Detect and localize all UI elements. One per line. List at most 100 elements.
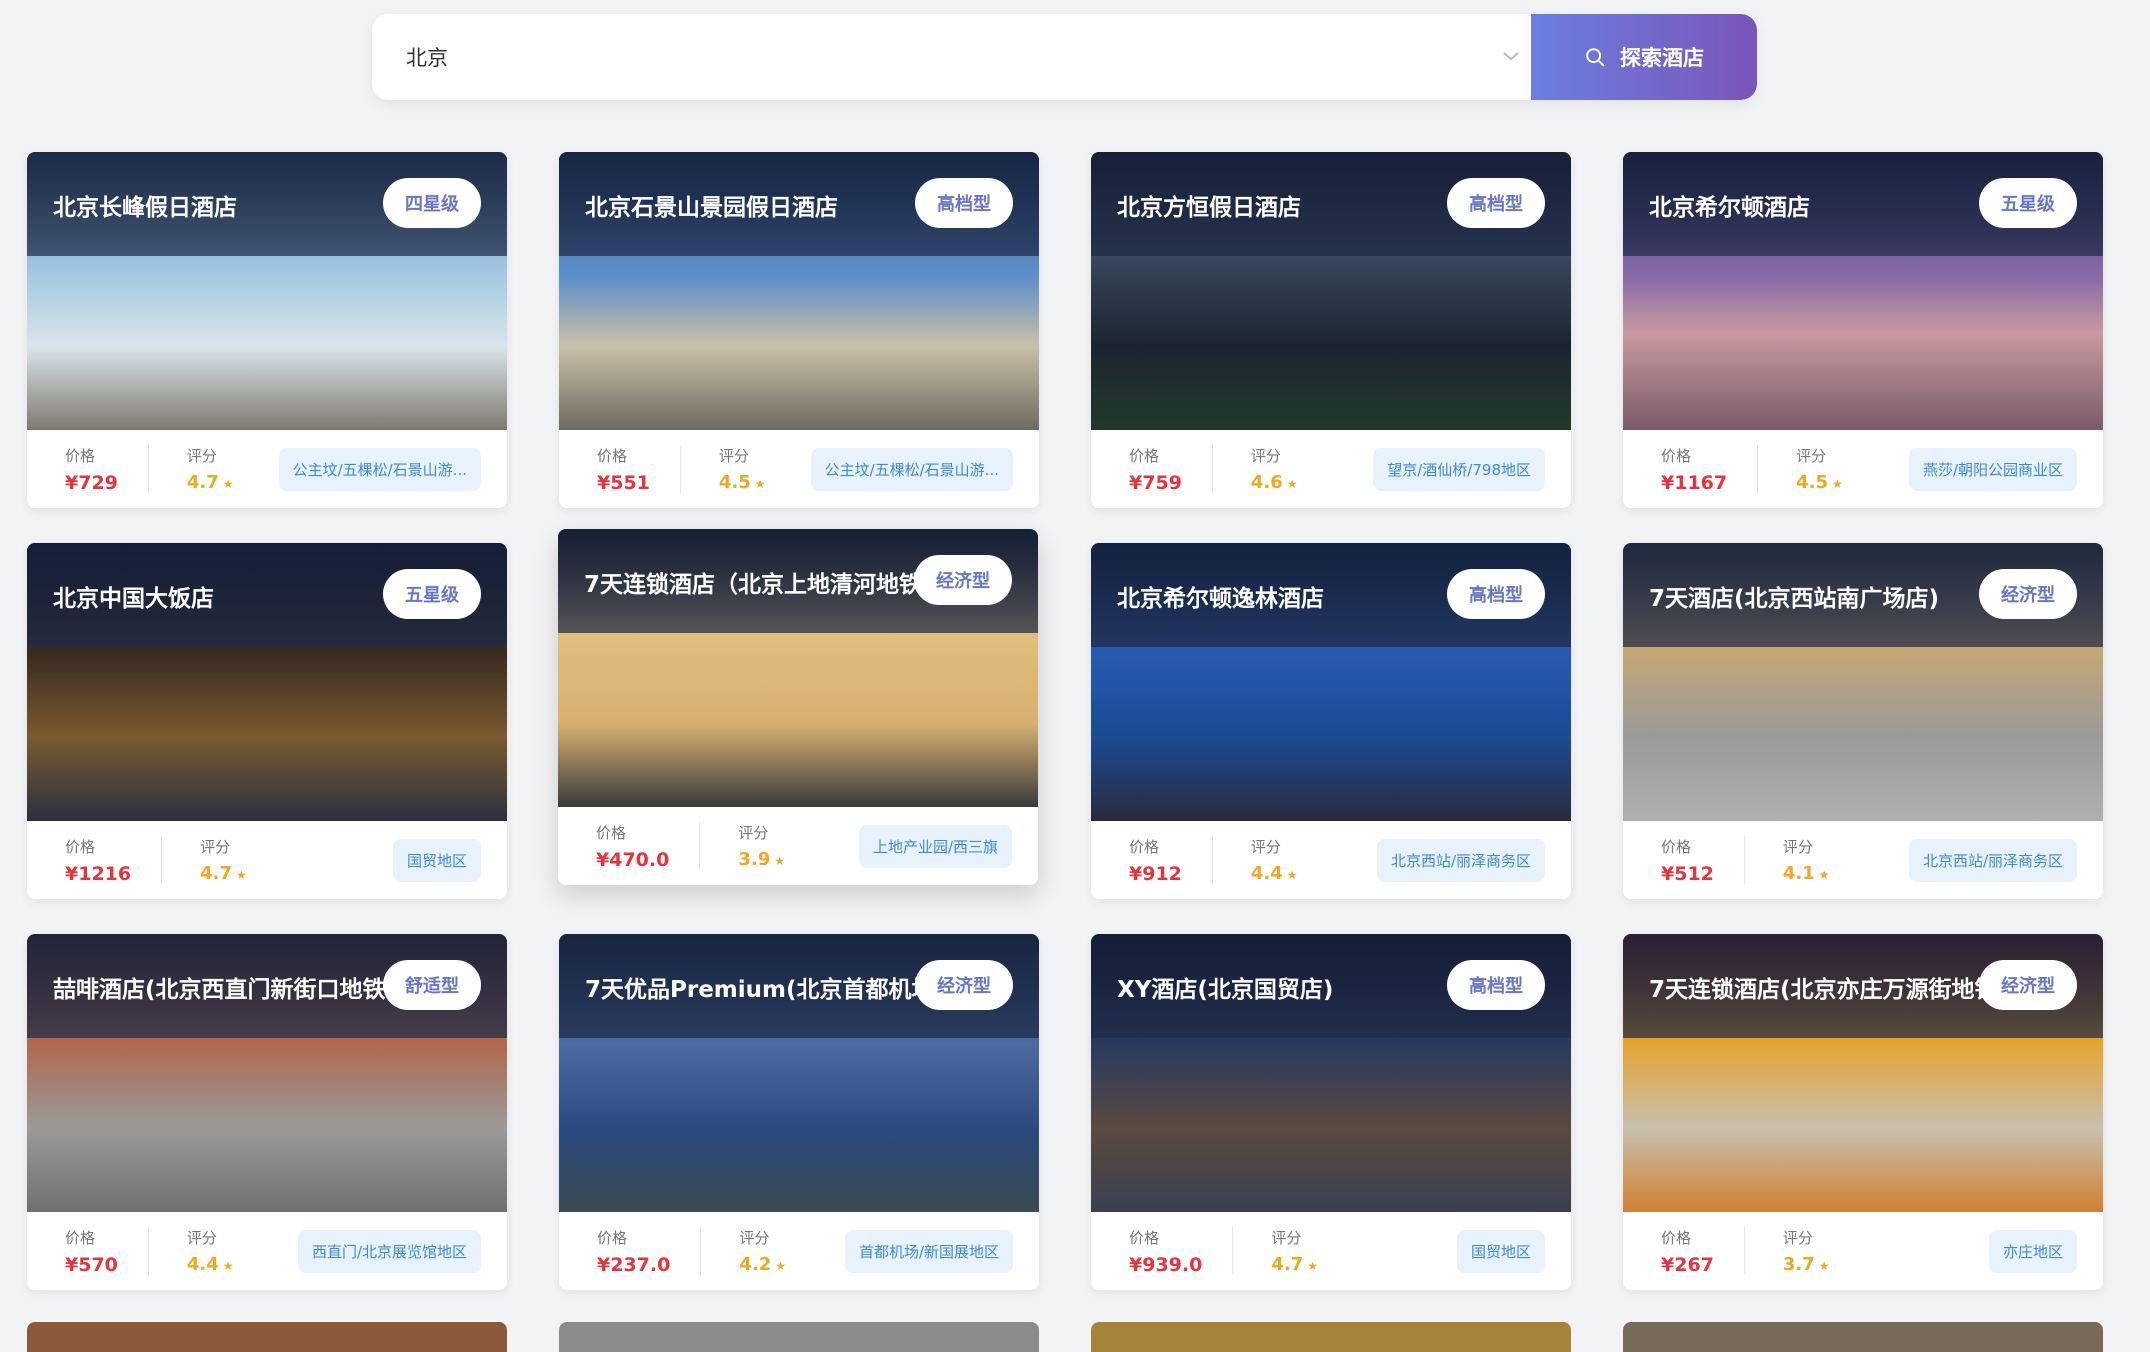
- rating-value: 3.7: [1782, 1254, 1815, 1275]
- rating-label: 评分: [1250, 447, 1281, 465]
- hotel-card[interactable]: 喆啡酒店(北京西直门新街口地铁站店) 舒适型价格 ¥570 评分 4.4 ★ 西直门/北京展…: [27, 934, 507, 1290]
- star-icon: ★: [1818, 868, 1830, 882]
- rating-value-row: 4.5 ★: [719, 472, 766, 493]
- area-badge: 西直门/北京展览馆地区: [297, 1230, 481, 1273]
- hotel-card[interactable]: 北京中国大饭店 五星级价格 ¥1216 评分 4.7 ★ 国贸地区: [27, 543, 507, 899]
- area-badge: 首都机场/新国展地区: [844, 1230, 1013, 1273]
- search-field: [372, 14, 1531, 100]
- price-label: 价格: [1661, 446, 1692, 465]
- star-icon: ★: [775, 1259, 786, 1273]
- rating-value-row: 4.2 ★: [739, 1254, 786, 1275]
- rating-label: 评分: [1782, 1229, 1813, 1247]
- price-label: 价格: [65, 446, 96, 465]
- hotel-card[interactable]: 北京长峰假日酒店 四星级 价格 ¥729 评分 4.7 ★ 公主坟/五棵松/石景山游...: [27, 152, 507, 508]
- price-block: 价格 ¥267: [1623, 1227, 1714, 1276]
- hotel-photo: 7天连锁酒店（北京上地清河地铁站店） 经济型: [558, 529, 1038, 807]
- hotel-card[interactable]: 7天连锁酒店(北京亦庄万源街地铁站店) 经济型 价格 ¥267 评分 3.7 ★ 亦庄地区: [1623, 934, 2103, 1290]
- hotel-info-row: 价格 ¥570 评分 4.4 ★ 西直门/北京展览馆地区: [27, 1212, 507, 1290]
- area-badge: 北京西站/丽泽商务区: [1376, 839, 1545, 882]
- rating-block: 评分 4.1 ★: [1745, 836, 1830, 884]
- hotel-card[interactable]: 北京希尔顿酒店 五星级 价格 ¥1167 评分 4.5 ★ 燕莎/朝阳公园商业区: [1623, 152, 2103, 508]
- price-block: 价格 ¥551: [559, 445, 650, 494]
- hotel-info-row: 价格 ¥551 评分 4.5 ★ 公主坟/五棵松/石景山游...: [559, 430, 1039, 508]
- star-icon: ★: [1286, 477, 1298, 491]
- hotel-grade-badge: 经济型: [1979, 569, 2077, 619]
- rating-label: 评分: [186, 1229, 217, 1247]
- price-block: 价格 ¥512: [1623, 836, 1714, 885]
- star-icon: ★: [754, 477, 766, 491]
- rating-label: 评分: [739, 1229, 770, 1247]
- hotel-photo: 北京希尔顿逸林酒店 高档型: [1091, 543, 1571, 821]
- rating-block: 评分 4.7 ★: [162, 836, 247, 884]
- explore-hotels-label: 探索酒店: [1620, 46, 1704, 70]
- explore-hotels-button[interactable]: 探索酒店: [1531, 14, 1757, 100]
- price-label: 价格: [1661, 837, 1692, 856]
- hotel-info-row: 价格 ¥759 评分 4.6 ★ 望京/酒仙桥/798地区: [1091, 430, 1571, 508]
- rating-value: 4.6: [1250, 472, 1283, 493]
- price-value: ¥267: [1661, 1253, 1714, 1276]
- chevron-down-icon[interactable]: [1499, 44, 1523, 68]
- star-icon: ★: [222, 1259, 234, 1273]
- rating-value: 4.4: [1250, 863, 1283, 884]
- rating-value: 4.4: [186, 1254, 219, 1275]
- rating-value-row: 4.4 ★: [1251, 863, 1298, 884]
- hotel-card[interactable]: 7天优品Premium(北京首都机场店) 经济型 价格 ¥237.0 评分 4.2 ★ 首都机…: [559, 934, 1039, 1290]
- price-value: ¥237.0: [597, 1253, 671, 1276]
- price-label: 价格: [597, 1228, 628, 1247]
- search-icon: [1586, 48, 1605, 67]
- rating-value: 4.7: [1271, 1254, 1304, 1275]
- rating-block: 评分 4.4 ★: [149, 1227, 234, 1275]
- price-value: ¥512: [1661, 862, 1714, 885]
- rating-block: 评分 4.6 ★: [1213, 445, 1298, 493]
- star-icon: ★: [1307, 1259, 1318, 1273]
- hotel-card[interactable]: 7天酒店(北京西站南广场店) 经济型 价格 ¥512 评分 4.1 ★ 北京西站/丽泽商务区: [1623, 543, 2103, 899]
- price-label: 价格: [1129, 1228, 1160, 1247]
- rating-value: 4.5: [718, 472, 751, 493]
- price-block: 价格 ¥570: [27, 1227, 118, 1276]
- star-icon: ★: [774, 854, 785, 868]
- rating-label: 评分: [200, 838, 231, 856]
- rating-label: 评分: [738, 824, 769, 842]
- rating-label: 评分: [1250, 838, 1281, 856]
- hotel-card[interactable]: 7天连锁酒店（北京上地清河地铁站店） 经济型 价格 ¥470.0 评分 3.9 ★ 上地产业园…: [558, 529, 1038, 885]
- hotel-photo: 北京石景山景园假日酒店 高档型: [559, 152, 1039, 430]
- area-badge: 国贸地区: [1456, 1230, 1545, 1273]
- price-value: ¥729: [65, 471, 118, 494]
- price-label: 价格: [597, 446, 628, 465]
- rating-value-row: 3.7 ★: [1783, 1254, 1830, 1275]
- price-label: 价格: [1661, 1228, 1692, 1247]
- hotel-photo: 北京中国大饭店 五星级: [27, 543, 507, 821]
- hotel-photo: 喆啡酒店(北京西直门新街口地铁站店) 舒适型: [27, 934, 507, 1212]
- rating-block: 评分 4.2 ★: [701, 1227, 786, 1275]
- price-label: 价格: [1129, 837, 1160, 856]
- price-block: 价格 ¥729: [27, 445, 118, 494]
- price-value: ¥1216: [65, 862, 132, 885]
- hotel-card[interactable]: 北京方恒假日酒店 高档型 价格 ¥759 评分 4.6 ★ 望京/酒仙桥/798地区: [1091, 152, 1571, 508]
- rating-label: 评分: [1271, 1229, 1302, 1247]
- area-badge: 上地产业园/西三旗: [858, 825, 1012, 868]
- hotel-card[interactable]: 北京石景山景园假日酒店 高档型 价格 ¥551 评分 4.5 ★ 公主坟/五棵松/石景山游..…: [559, 152, 1039, 508]
- star-icon: ★: [1818, 1259, 1830, 1273]
- price-value: ¥939.0: [1129, 1253, 1203, 1276]
- price-value: ¥1167: [1661, 471, 1728, 494]
- rating-label: 评分: [186, 447, 217, 465]
- rating-block: 评分 4.7 ★: [1233, 1227, 1318, 1275]
- hotel-card[interactable]: 北京希尔顿逸林酒店 高档型 价格 ¥912 评分 4.4 ★ 北京西站/丽泽商务区: [1091, 543, 1571, 899]
- hotel-card[interactable]: XY酒店(北京国贸店) 高档型 价格 ¥939.0 评分 4.7 ★ 国贸地区: [1091, 934, 1571, 1290]
- rating-value-row: 3.9 ★: [738, 849, 785, 870]
- hotel-grade-badge: 舒适型: [383, 960, 481, 1010]
- price-block: 价格 ¥759: [1091, 445, 1182, 494]
- price-value: ¥470.0: [596, 848, 670, 871]
- area-badge: 望京/酒仙桥/798地区: [1373, 448, 1545, 491]
- price-block: 价格 ¥939.0: [1091, 1227, 1202, 1276]
- rating-label: 评分: [718, 447, 749, 465]
- hotel-info-row: 价格 ¥512 评分 4.1 ★ 北京西站/丽泽商务区: [1623, 821, 2103, 899]
- price-block: 价格 ¥1216: [27, 836, 131, 885]
- next-row-card-edge: [1623, 1322, 2103, 1352]
- rating-block: 评分 4.7 ★: [149, 445, 234, 493]
- area-badge: 国贸地区: [392, 839, 481, 882]
- rating-value: 4.2: [739, 1254, 772, 1275]
- rating-value: 4.7: [186, 472, 219, 493]
- search-input[interactable]: [372, 14, 1531, 100]
- area-badge: 燕莎/朝阳公园商业区: [1908, 448, 2077, 491]
